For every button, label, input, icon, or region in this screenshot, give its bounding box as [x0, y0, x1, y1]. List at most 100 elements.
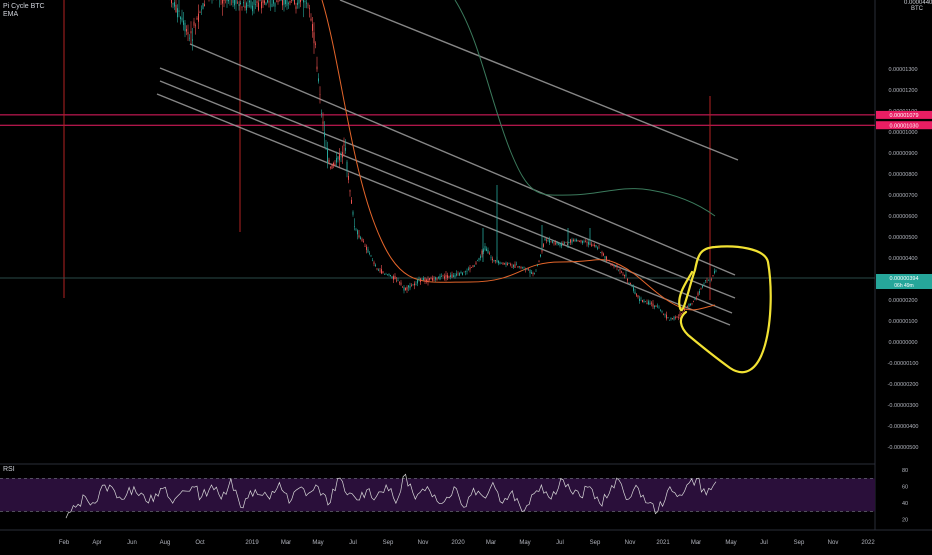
price-candle-body — [683, 312, 684, 313]
price-candle-body — [287, 0, 288, 6]
price-candle-body — [204, 4, 205, 6]
price-candle-body — [246, 3, 247, 10]
price-candle-body — [449, 276, 450, 277]
price-candle-body — [425, 278, 426, 281]
price-candle-body — [419, 279, 420, 280]
price-candle-body — [582, 241, 583, 244]
price-candle-body — [237, 3, 238, 4]
price-candle-body — [537, 265, 538, 266]
price-tick-label: -0.00000300 — [888, 403, 919, 409]
price-candle-body — [540, 255, 541, 257]
price-candle-body — [491, 257, 492, 258]
price-candle-body — [444, 276, 445, 278]
price-candle-body — [705, 280, 706, 281]
price-candle-body — [438, 277, 439, 278]
price-candle-body — [672, 318, 673, 319]
price-candle-body — [362, 239, 363, 241]
price-candle-body — [596, 245, 597, 247]
price-candle-body — [615, 265, 616, 267]
price-candle-body — [345, 148, 346, 151]
price-candle-body — [435, 277, 436, 279]
price-candle-body — [560, 244, 561, 246]
channel-line — [340, 0, 738, 160]
price-candle-body — [417, 280, 418, 284]
price-candle-body — [534, 273, 535, 274]
price-candle-body — [531, 272, 532, 274]
price-candle-body — [363, 241, 364, 242]
price-candle-body — [680, 314, 681, 316]
price-chart-svg[interactable]: 0.000013000.000012000.000011000.00001000… — [0, 0, 932, 550]
price-candle-body — [201, 10, 202, 11]
price-candle-body — [701, 289, 702, 290]
price-candle-body — [387, 274, 388, 275]
price-candle-body — [605, 256, 606, 258]
price-candle-body — [333, 163, 334, 166]
price-candle-body — [698, 293, 699, 296]
price-candle-body — [495, 260, 496, 261]
price-candle-body — [492, 259, 493, 260]
price-candle-body — [285, 0, 286, 4]
price-candle-body — [194, 22, 195, 26]
time-tick-label: Mar — [691, 540, 701, 546]
price-candle-body — [611, 263, 612, 264]
price-candle-body — [324, 132, 325, 137]
price-candle-body — [327, 148, 328, 163]
price-candle-body — [650, 303, 651, 305]
price-candle-body — [662, 311, 663, 312]
price-candle-body — [431, 278, 432, 279]
price-candle-body — [242, 7, 243, 8]
price-candle-body — [618, 270, 619, 271]
price-candle-body — [686, 309, 687, 310]
price-candle-body — [350, 190, 351, 191]
price-candle-body — [375, 265, 376, 266]
price-candle-body — [498, 261, 499, 263]
price-candle-body — [332, 164, 333, 168]
chart-container[interactable]: 0.000013000.000012000.000011000.00001000… — [0, 0, 932, 550]
price-candle-body — [261, 2, 262, 9]
price-candle-body — [593, 245, 594, 246]
price-candle-body — [689, 304, 690, 307]
price-candle-body — [399, 282, 400, 283]
price-candle-body — [669, 320, 670, 321]
price-candle-body — [653, 304, 654, 307]
rsi-tick-label: 80 — [902, 468, 908, 474]
price-candle-body — [275, 3, 276, 6]
price-candle-body — [224, 0, 225, 1]
time-tick-label: Nov — [828, 540, 839, 546]
price-candle-body — [243, 2, 244, 3]
price-candle-body — [708, 280, 709, 281]
price-candle-body — [251, 0, 252, 7]
price-candle-body — [369, 253, 370, 254]
price-candle-body — [335, 164, 336, 165]
price-candle-body — [632, 286, 633, 287]
price-candle-body — [507, 264, 508, 266]
price-candle-body — [393, 276, 394, 279]
price-candle-body — [248, 5, 249, 6]
price-tick-label: 0.00000500 — [888, 235, 917, 241]
time-tick-label: Sep — [590, 540, 601, 546]
price-candle-body — [266, 3, 267, 5]
time-tick-label: Mar — [486, 540, 496, 546]
price-candle-body — [573, 240, 574, 241]
price-candle-body — [396, 281, 397, 282]
ema-line — [322, 0, 715, 310]
price-candle-body — [260, 0, 261, 1]
price-candle-body — [411, 285, 412, 286]
price-candle-body — [174, 2, 175, 7]
price-candle-body — [707, 280, 708, 281]
price-candle-body — [341, 156, 342, 157]
price-candle-body — [245, 6, 246, 8]
price-candle-body — [585, 241, 586, 242]
price-candle-body — [557, 242, 558, 244]
price-candle-body — [546, 240, 547, 241]
price-candle-body — [348, 176, 349, 180]
price-candle-body — [182, 18, 183, 21]
time-tick-label: Nov — [418, 540, 429, 546]
price-candle-body — [269, 1, 270, 2]
price-candle-body — [191, 31, 192, 33]
price-candle-body — [626, 275, 627, 276]
price-candle-body — [515, 264, 516, 268]
time-tick-label: Oct — [195, 540, 205, 546]
price-candle-body — [395, 276, 396, 279]
price-candle-body — [321, 113, 322, 114]
